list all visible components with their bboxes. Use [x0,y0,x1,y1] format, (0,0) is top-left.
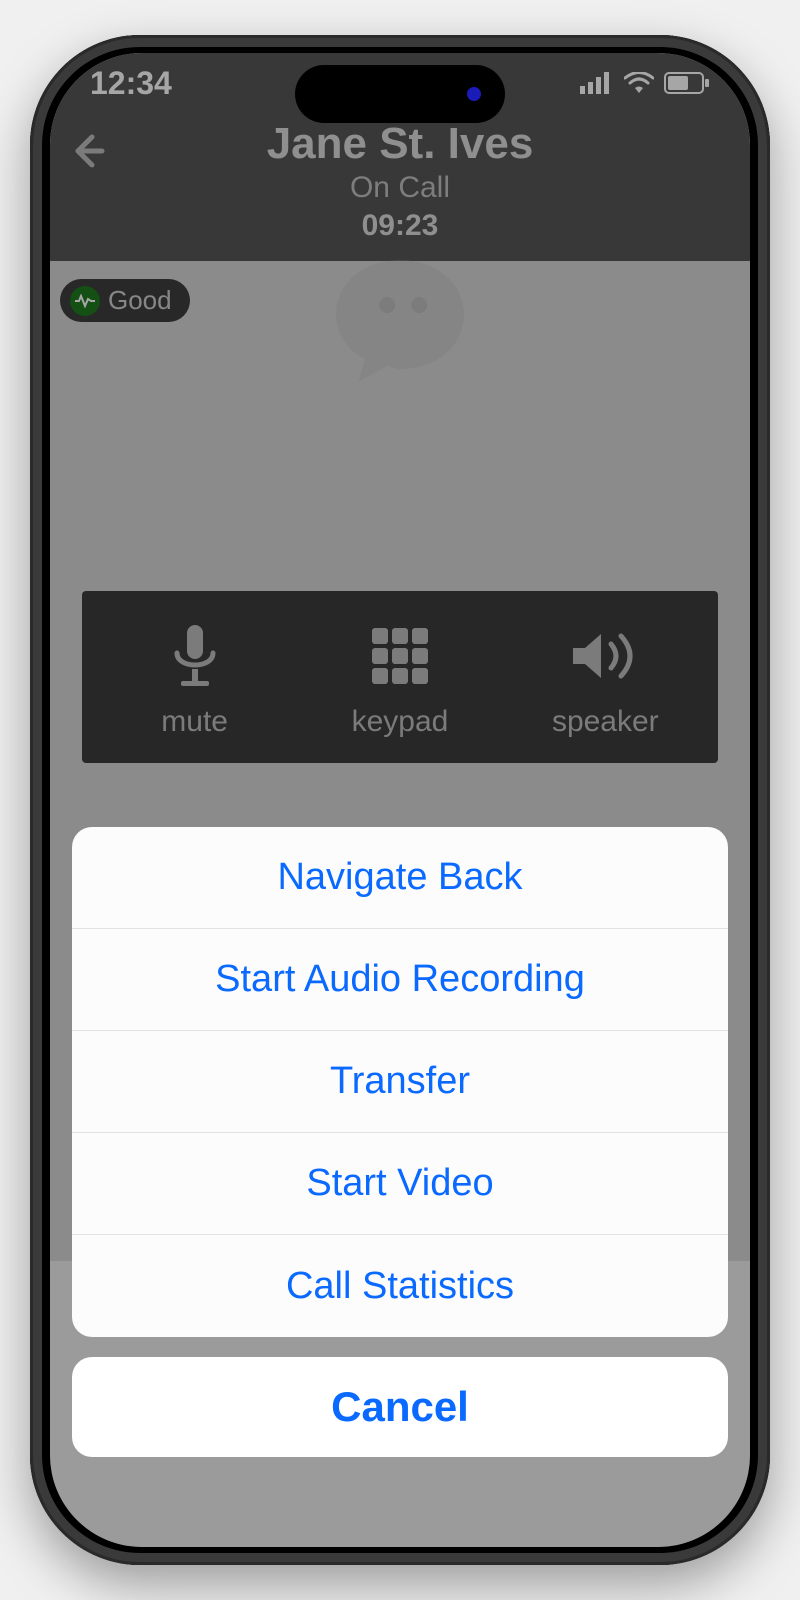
phone-frame: 12:34 [30,35,770,1565]
sheet-call-statistics[interactable]: Call Statistics [72,1235,728,1337]
screen: 12:34 [50,53,750,1547]
dynamic-island [295,65,505,123]
cancel-button[interactable]: Cancel [72,1357,728,1457]
action-sheet-options: Navigate Back Start Audio Recording Tran… [72,827,728,1337]
sheet-start-video[interactable]: Start Video [72,1133,728,1235]
action-sheet: Navigate Back Start Audio Recording Tran… [72,827,728,1457]
sheet-transfer[interactable]: Transfer [72,1031,728,1133]
sheet-start-audio-recording[interactable]: Start Audio Recording [72,929,728,1031]
sheet-navigate-back[interactable]: Navigate Back [72,827,728,929]
